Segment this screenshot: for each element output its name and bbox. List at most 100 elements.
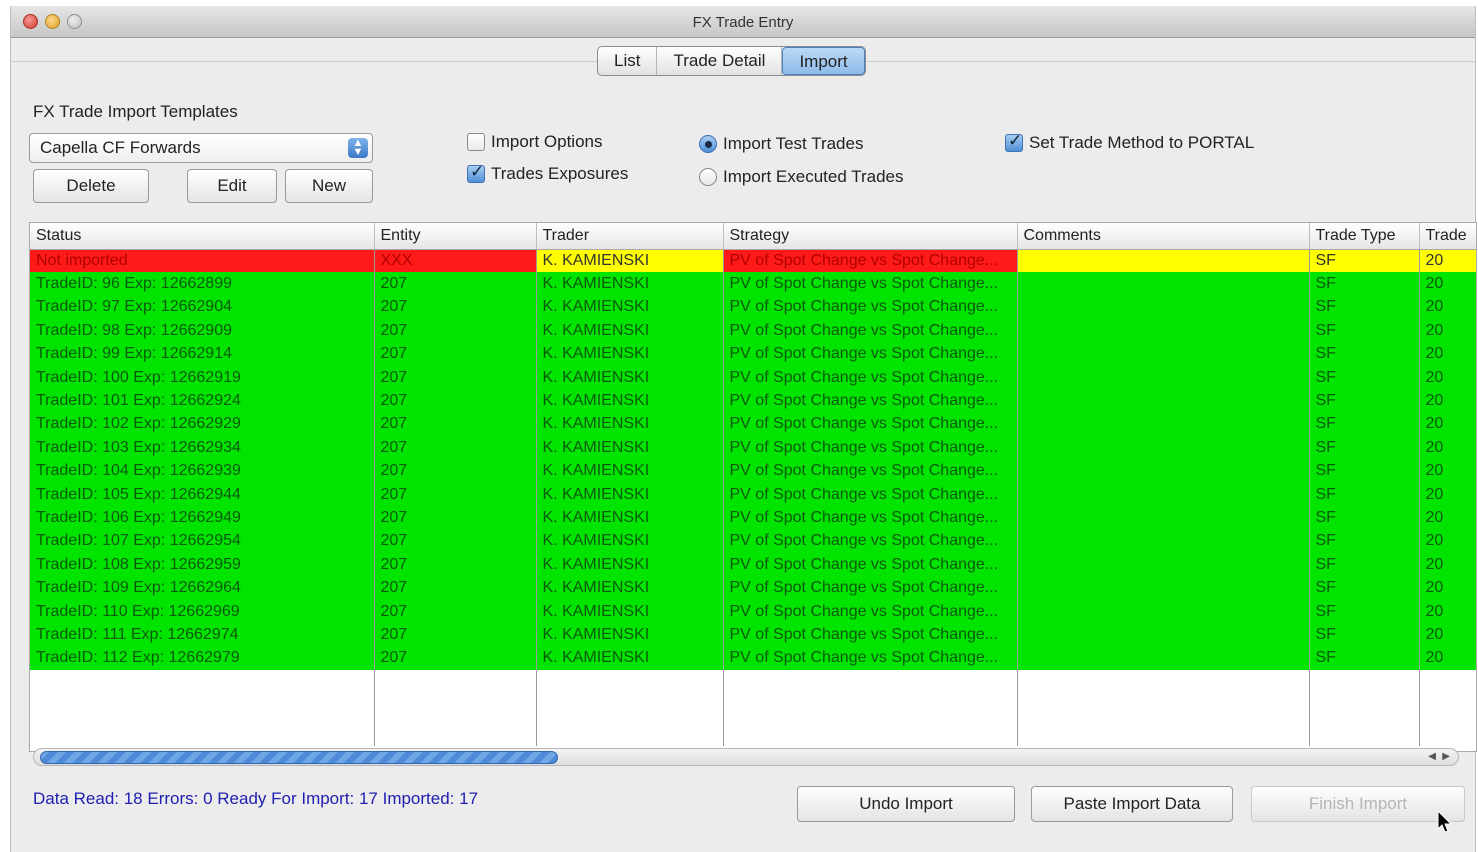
paste-import-data-button[interactable]: Paste Import Data [1031,786,1233,822]
tab-trade-detail[interactable]: Trade Detail [657,47,783,75]
cell-trader: K. KAMIENSKI [536,295,724,320]
cell-status: TradeID: 98 Exp: 12662909 [30,319,375,343]
column-header-strategy[interactable]: Strategy [723,223,1018,250]
cell-comments [1017,249,1310,273]
tab-import[interactable]: Import [782,47,865,75]
cell-trade-type: SF [1309,646,1420,671]
scrollbar-thumb[interactable] [40,751,558,764]
cell-strategy: PV of Spot Change vs Spot Change... [723,342,1018,366]
import-trades-table[interactable]: Status Entity Trader Strategy Comments T… [29,222,1477,752]
cell-comments [1017,319,1310,343]
cell-trade-type: SF [1309,272,1420,296]
column-header-trade-type[interactable]: Trade Type [1309,223,1420,250]
cell-trader: K. KAMIENSKI [536,365,724,390]
column-header-trade[interactable]: Trade [1419,223,1476,250]
table-row[interactable]: TradeID: 107 Exp: 12662954 207 K. KAMIENSK… [30,529,1476,554]
import-options-checkbox[interactable]: Import Options [467,132,603,152]
set-trade-method-box[interactable] [1005,131,1023,152]
template-select[interactable]: Capella CF Forwards ▲ ▼ [29,133,373,163]
horizontal-scrollbar[interactable]: ◀ ▶ [33,748,1459,766]
delete-template-button[interactable]: Delete [33,169,149,203]
table-row[interactable]: TradeID: 98 Exp: 12662909 207 K. KAMIENSKI… [30,319,1476,343]
cell-strategy: PV of Spot Change vs Spot Change... [723,249,1018,273]
table-row[interactable]: TradeID: 103 Exp: 12662934 207 K. KAMIENSK… [30,436,1476,460]
table-row[interactable]: TradeID: 101 Exp: 12662924 207 K. KAMIENSK… [30,389,1476,413]
cell-trade: 20 [1419,272,1476,296]
import-executed-trades-label: Import Executed Trades [723,167,904,186]
table-row[interactable]: Not imported XXX K. KAMIENSKI PV of Spot Ch… [30,249,1476,273]
cell-trade: 20 [1419,623,1476,647]
cell-status: Not imported [30,249,375,273]
cell-strategy: PV of Spot Change vs Spot Change... [723,529,1018,554]
scroll-left-icon[interactable]: ◀ [1428,751,1436,762]
cell-trader: K. KAMIENSKI [536,506,724,530]
import-test-trades-dot[interactable] [699,135,717,153]
import-test-trades-radio[interactable]: Import Test Trades [699,134,863,154]
cell-trade-type: SF [1309,249,1420,273]
tab-list[interactable]: List [598,47,658,75]
trades-exposures-box[interactable] [467,162,485,183]
cell-entity: 207 [374,436,537,460]
import-templates-label: FX Trade Import Templates [33,102,238,121]
mouse-pointer-icon [1437,810,1453,833]
empty-cell [374,670,537,747]
cell-trade-type: SF [1309,436,1420,460]
cell-strategy: PV of Spot Change vs Spot Change... [723,272,1018,296]
cell-status: TradeID: 102 Exp: 12662929 [30,412,375,437]
empty-cell [1419,670,1476,747]
table-row[interactable]: TradeID: 102 Exp: 12662929 207 K. KAMIENSK… [30,412,1476,437]
cell-trade-type: SF [1309,482,1420,507]
cell-trade-type: SF [1309,412,1420,437]
scroll-right-icon[interactable]: ▶ [1442,751,1450,762]
cell-status: TradeID: 99 Exp: 12662914 [30,342,375,366]
table-row[interactable]: TradeID: 100 Exp: 12662919 207 K. KAMIENSK… [30,365,1476,390]
empty-table-row [30,670,1476,747]
table-row[interactable]: TradeID: 109 Exp: 12662964 207 K. KAMIENSK… [30,576,1476,600]
cell-comments [1017,529,1310,554]
import-options-box[interactable] [467,133,485,151]
table-row[interactable]: TradeID: 96 Exp: 12662899 207 K. KAMIENSKI… [30,272,1476,296]
edit-template-button[interactable]: Edit [187,169,277,203]
cell-status: TradeID: 103 Exp: 12662934 [30,436,375,460]
table-row[interactable]: TradeID: 104 Exp: 12662939 207 K. KAMIENSK… [30,459,1476,483]
cell-trader: K. KAMIENSKI [536,272,724,296]
cell-trader: K. KAMIENSKI [536,319,724,343]
table-row[interactable]: TradeID: 97 Exp: 12662904 207 K. KAMIENSKI… [30,295,1476,320]
table-row[interactable]: TradeID: 99 Exp: 12662914 207 K. KAMIENSKI… [30,342,1476,366]
finish-import-button[interactable]: Finish Import [1251,786,1465,822]
table-row[interactable]: TradeID: 112 Exp: 12662979 207 K. KAMIENSK… [30,646,1476,671]
cell-strategy: PV of Spot Change vs Spot Change... [723,412,1018,437]
cell-entity: XXX [374,249,537,273]
table-row[interactable]: TradeID: 111 Exp: 12662974 207 K. KAMIENSK… [30,623,1476,647]
table-row[interactable]: TradeID: 106 Exp: 12662949 207 K. KAMIENSK… [30,506,1476,530]
cell-trader: K. KAMIENSKI [536,599,724,624]
tab-bar: List Trade Detail Import [597,46,866,76]
undo-import-button[interactable]: Undo Import [797,786,1015,822]
column-header-trader[interactable]: Trader [536,223,724,250]
cell-status: TradeID: 96 Exp: 12662899 [30,272,375,296]
cell-entity: 207 [374,365,537,390]
import-executed-trades-dot[interactable] [699,168,717,186]
cell-comments [1017,342,1310,366]
table-row[interactable]: TradeID: 108 Exp: 12662959 207 K. KAMIENSK… [30,553,1476,577]
cell-trade: 20 [1419,436,1476,460]
table-row[interactable]: TradeID: 110 Exp: 12662969 207 K. KAMIENSK… [30,599,1476,624]
cell-trade: 20 [1419,295,1476,320]
column-header-entity[interactable]: Entity [374,223,537,250]
trades-exposures-checkbox[interactable]: Trades Exposures [467,162,629,184]
cell-strategy: PV of Spot Change vs Spot Change... [723,506,1018,530]
import-executed-trades-radio[interactable]: Import Executed Trades [699,167,903,187]
cell-strategy: PV of Spot Change vs Spot Change... [723,389,1018,413]
cell-status: TradeID: 107 Exp: 12662954 [30,529,375,554]
cell-status: TradeID: 104 Exp: 12662939 [30,459,375,483]
cell-trader: K. KAMIENSKI [536,646,724,671]
table-row[interactable]: TradeID: 105 Exp: 12662944 207 K. KAMIENSK… [30,482,1476,507]
trades-exposures-label: Trades Exposures [491,164,629,183]
new-template-button[interactable]: New [285,169,373,203]
import-test-trades-label: Import Test Trades [723,134,864,153]
cell-trade-type: SF [1309,365,1420,390]
empty-cell [1309,670,1420,747]
column-header-comments[interactable]: Comments [1017,223,1310,250]
set-trade-method-checkbox[interactable]: Set Trade Method to PORTAL [1005,131,1254,153]
column-header-status[interactable]: Status [30,223,375,250]
